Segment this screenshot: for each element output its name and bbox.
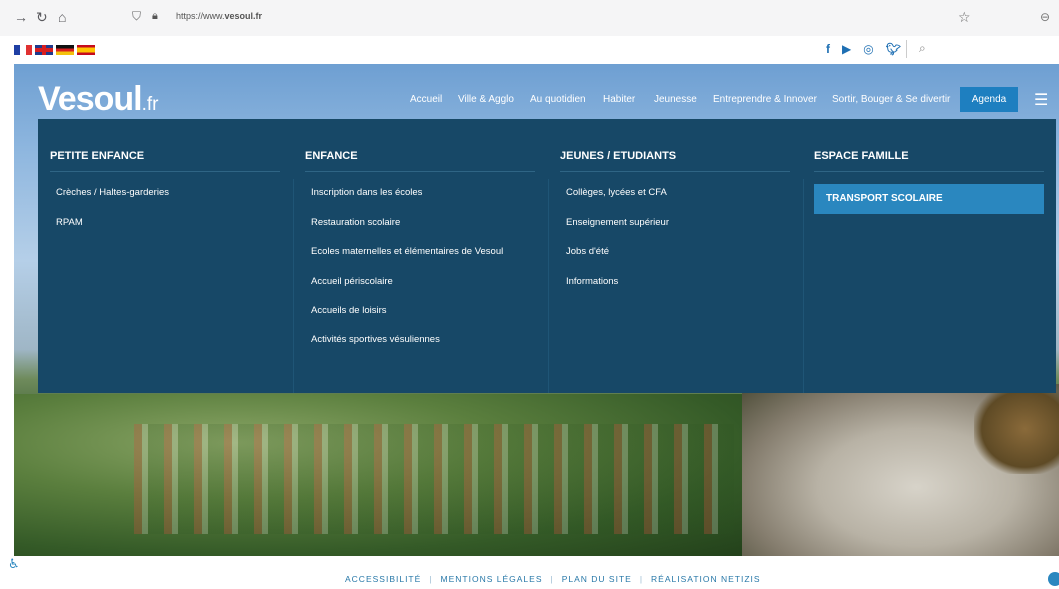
menu-item[interactable]: Jobs d'été	[566, 246, 609, 257]
menu-item[interactable]: Activités sportives vésuliennes	[311, 334, 440, 345]
menu-item[interactable]: Accueils de loisirs	[311, 305, 387, 316]
url-text[interactable]: https://www.vesoul.fr	[176, 11, 262, 21]
lock-icon[interactable]: 🔒︎	[152, 10, 158, 23]
menu-item[interactable]: Restauration scolaire	[311, 217, 400, 228]
flag-fr-icon[interactable]	[14, 45, 32, 55]
nav-ville-agglo[interactable]: Ville & Agglo	[458, 94, 514, 105]
forward-icon[interactable]: →	[14, 9, 28, 25]
menu-item[interactable]: Accueil périscolaire	[311, 276, 393, 287]
nav-entreprendre[interactable]: Entreprendre & Innover	[713, 94, 817, 105]
footer-link-plan-du-site[interactable]: PLAN DU SITE	[562, 574, 632, 584]
menu-item[interactable]: Crèches / Haltes-garderies	[56, 187, 169, 198]
language-switcher	[14, 45, 95, 55]
extension-icon[interactable]: ⊖	[1040, 10, 1050, 24]
transport-scolaire-button[interactable]: TRANSPORT SCOLAIRE	[814, 184, 1044, 214]
menu-item[interactable]: Enseignement supérieur	[566, 217, 669, 228]
nav-habiter[interactable]: Habiter	[603, 94, 635, 105]
menu-item[interactable]: Collèges, lycées et CFA	[566, 187, 667, 198]
youtube-icon[interactable]: ▶	[842, 42, 851, 56]
menu-item[interactable]: RPAM	[56, 217, 83, 228]
nav-accueil[interactable]: Accueil	[410, 94, 442, 105]
bookmark-star-icon[interactable]: ☆	[958, 9, 971, 26]
social-links: f ▶ ◎ 🐦︎	[826, 42, 901, 56]
search-icon[interactable]: ⌕	[919, 41, 926, 56]
site-search[interactable]: ⌕	[906, 40, 1057, 58]
menu-icon[interactable]: ☰	[1034, 90, 1048, 110]
menu-item[interactable]: Informations	[566, 276, 618, 287]
footer-links: ACCESSIBILITÉ | MENTIONS LÉGALES | PLAN …	[345, 574, 761, 584]
agenda-button[interactable]: Agenda	[960, 87, 1018, 112]
reload-icon[interactable]: ↻	[36, 9, 48, 26]
top-strip: f ▶ ◎ 🐦︎ ⌕	[0, 36, 1059, 64]
mega-menu: PETITE ENFANCE Crèches / Haltes-garderie…	[38, 119, 1056, 393]
footer-link-accessibilite[interactable]: ACCESSIBILITÉ	[345, 574, 421, 584]
twitter-icon[interactable]: 🐦︎	[886, 42, 901, 56]
footer-link-realisation[interactable]: RÉALISATION NETIZIS	[651, 574, 761, 584]
footer: ACCESSIBILITÉ | MENTIONS LÉGALES | PLAN …	[0, 556, 1059, 589]
address-bar[interactable]: ⛉ 🔒︎ https://www.vesoul.fr	[128, 8, 988, 28]
nav-sortir[interactable]: Sortir, Bouger & Se divertir	[832, 94, 950, 105]
col-title-petite-enfance: PETITE ENFANCE	[50, 150, 145, 162]
col-title-enfance: ENFANCE	[305, 150, 358, 162]
nav-au-quotidien[interactable]: Au quotidien	[530, 94, 586, 105]
instagram-icon[interactable]: ◎	[863, 42, 873, 56]
menu-item[interactable]: Ecoles maternelles et élémentaires de Ve…	[311, 246, 503, 257]
site-logo[interactable]: Vesoul.fr	[38, 80, 159, 119]
home-icon[interactable]: ⌂	[58, 9, 66, 25]
shield-icon[interactable]: ⛉	[132, 9, 141, 24]
browser-toolbar: → ↻ ⌂ ⛉ 🔒︎ https://www.vesoul.fr ☆ ⊖	[0, 0, 1059, 37]
facebook-icon[interactable]: f	[826, 42, 830, 56]
col-title-jeunes-etudiants: JEUNES / ETUDIANTS	[560, 150, 677, 162]
nav-jeunesse[interactable]: Jeunesse	[654, 94, 697, 105]
flag-es-icon[interactable]	[77, 45, 95, 55]
chat-icon[interactable]	[1048, 572, 1059, 586]
flag-de-icon[interactable]	[56, 45, 74, 55]
accessibility-icon[interactable]: ♿︎	[8, 556, 22, 572]
flag-gb-icon[interactable]	[35, 45, 53, 55]
col-title-espace-famille: ESPACE FAMILLE	[814, 150, 909, 162]
footer-link-mentions-legales[interactable]: MENTIONS LÉGALES	[441, 574, 543, 584]
menu-item[interactable]: Inscription dans les écoles	[311, 187, 422, 198]
